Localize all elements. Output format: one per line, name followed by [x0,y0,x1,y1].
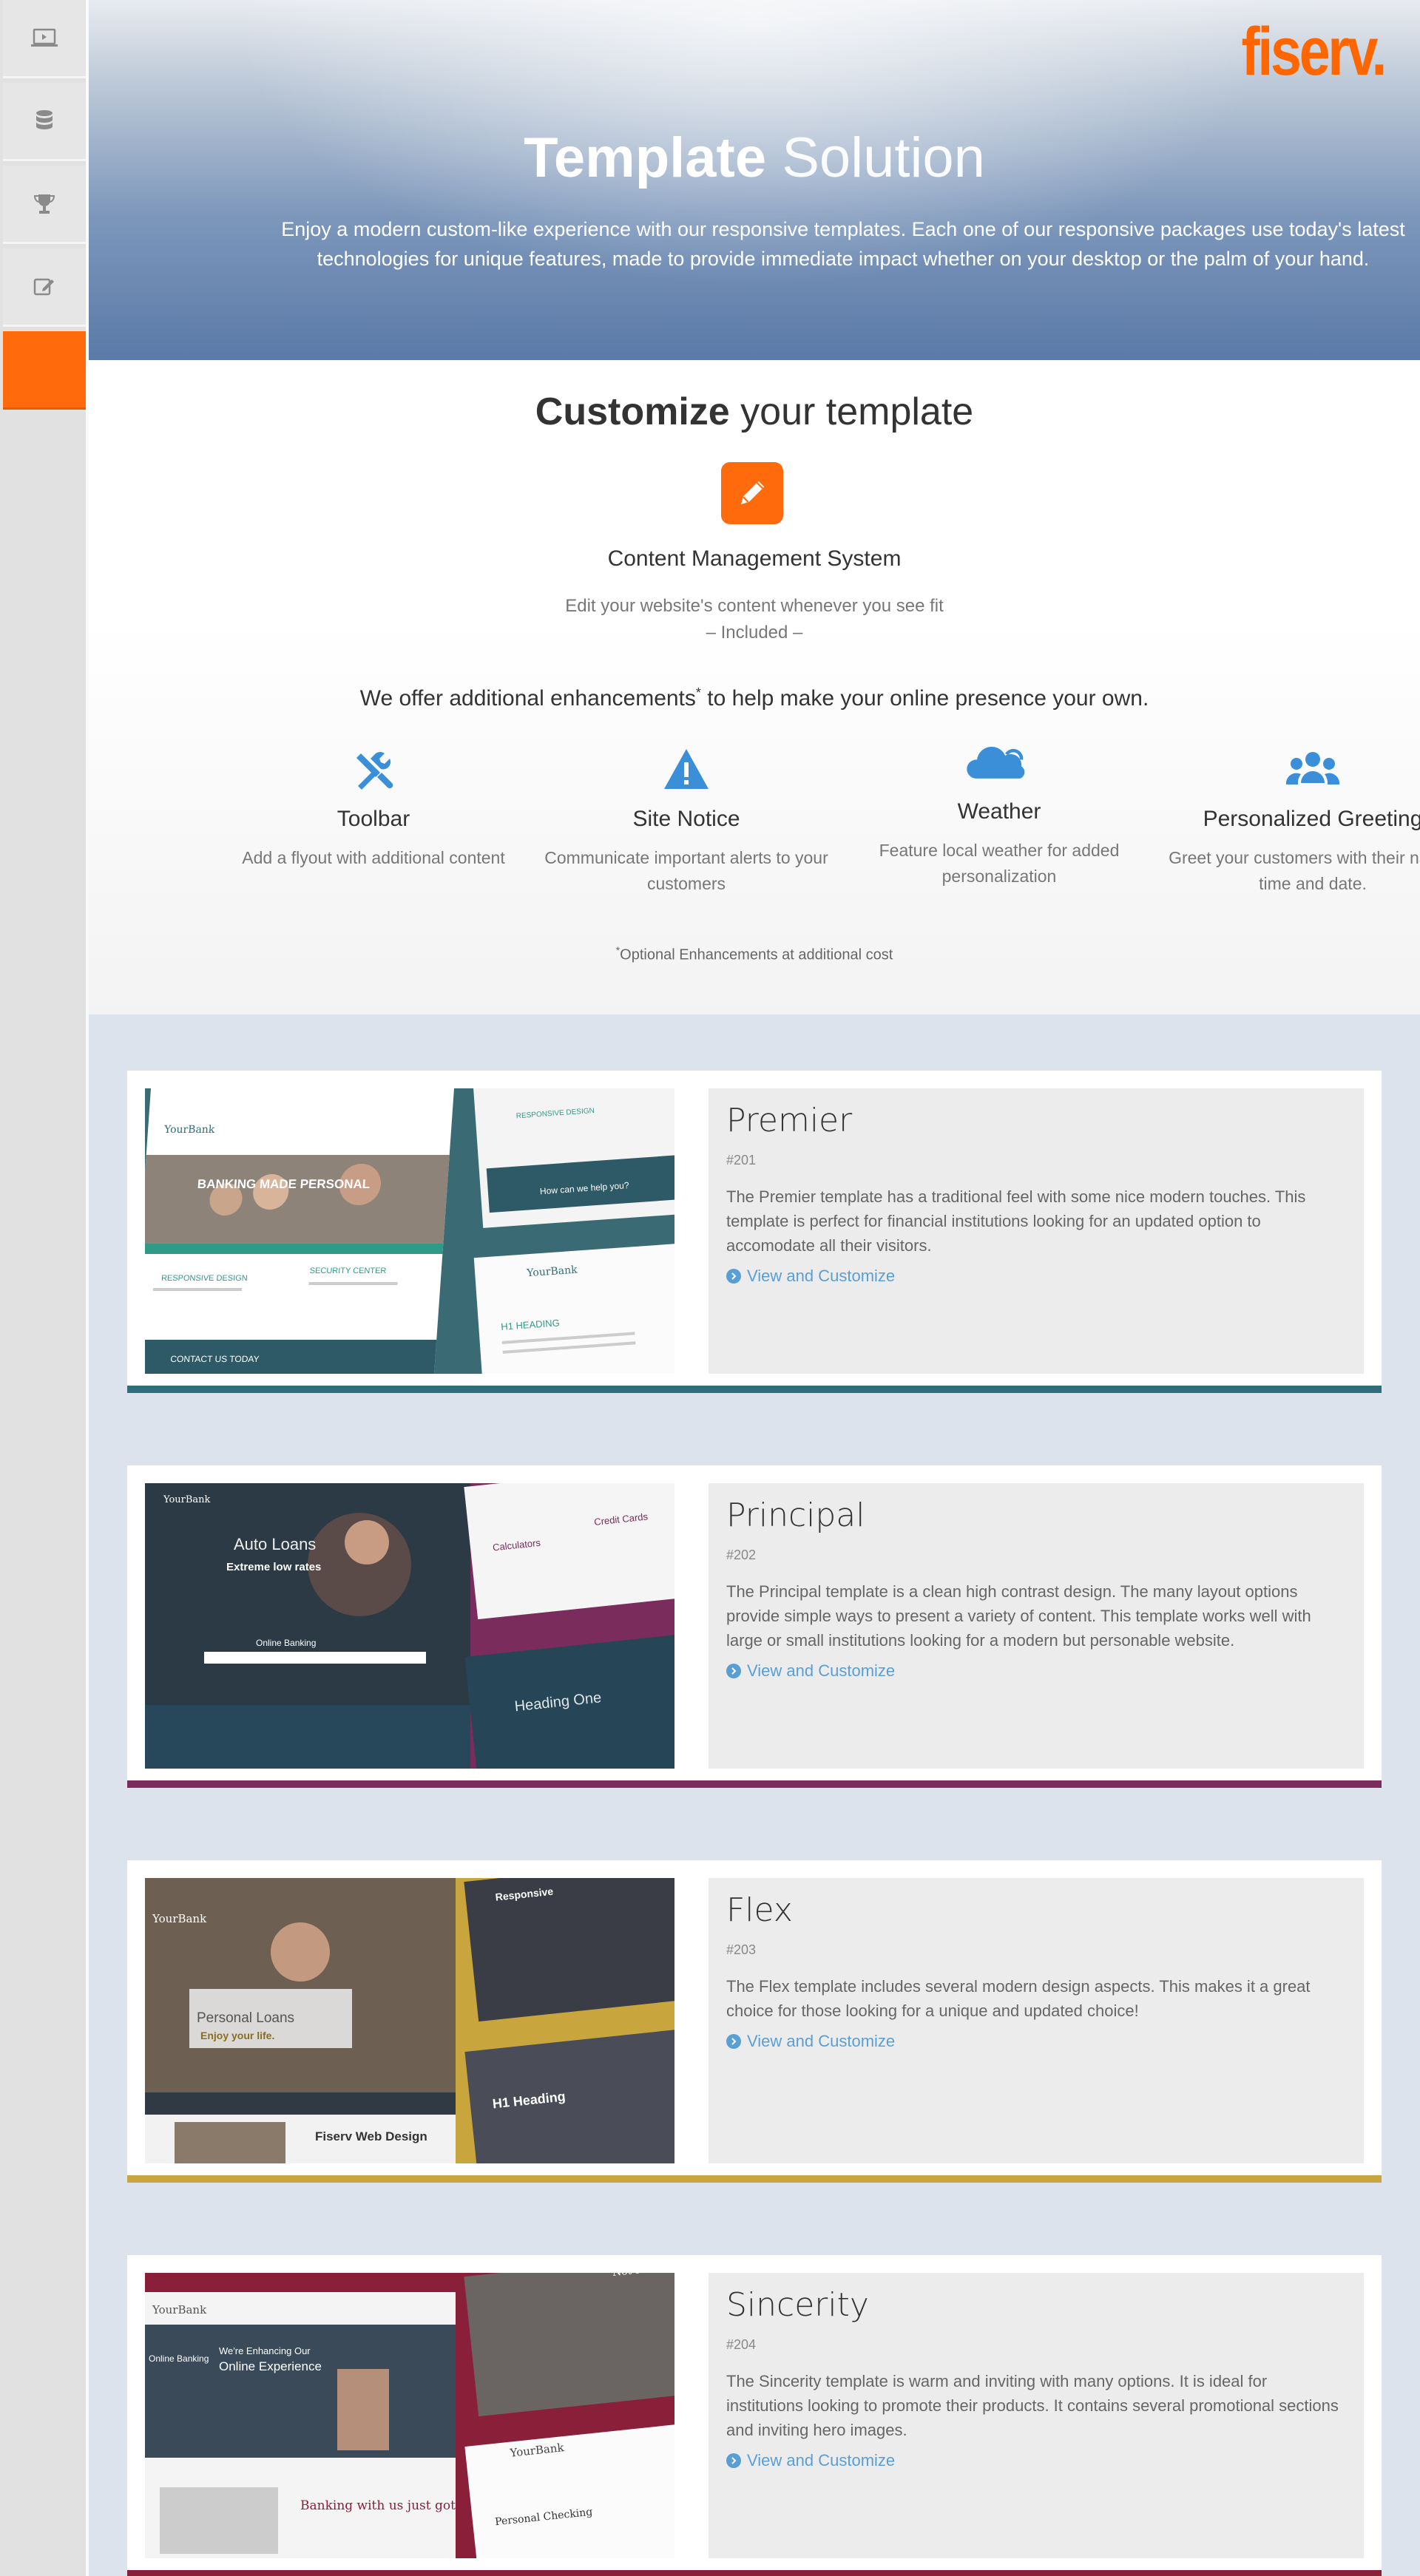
enhancement-weather: Weather Feature local weather for added … [851,737,1147,889]
template-name: Premier [726,1102,853,1139]
svg-text:CONTACT US TODAY: CONTACT US TODAY [170,1354,260,1364]
svg-text:Fiserv Web Design: Fiserv Web Design [315,2129,427,2143]
template-description: The Sincerity template is warm and invit… [726,2372,1339,2439]
cms-title: Content Management System [607,546,902,571]
enhancement-toolbar: Toolbar Add a flyout with additional con… [226,745,521,871]
template-name: Flex [726,1891,793,1929]
sincerity-info: Sincerity #204 The Sincerity template is… [709,2273,1364,2558]
svg-text:Auto Loans: Auto Loans [234,1535,316,1553]
edit-icon [33,278,54,295]
warning-icon [538,745,834,796]
sincerity-color-bar [127,2570,1382,2576]
optional-note: *Optional Enhancements at additional cos… [615,944,893,963]
sincerity-preview-image[interactable]: YourBank We're Enhancing Our Online Expe… [145,2273,674,2558]
template-description: The Principal template is a clean high c… [726,1582,1311,1650]
template-card-premier: YourBank BANKING MADE PERSONAL RESPONSIV… [127,1071,1382,1393]
hero-tagline: Enjoy a modern custom-like experience wi… [281,218,1405,270]
template-name: Principal [726,1497,865,1534]
users-icon [1165,745,1420,796]
fiserv-logo[interactable]: fiserv. [1241,13,1387,91]
enhancement-site-notice: Site Notice Communicate important alerts… [538,745,834,897]
trophy-icon [33,194,55,214]
customize-section: Customize your template Content Manageme… [89,360,1420,1014]
svg-text:YourBank: YourBank [152,2303,207,2316]
svg-text:Personal Loans: Personal Loans [197,2010,294,2026]
sidebar-item-database[interactable] [3,83,86,161]
principal-info: Principal #202 The Principal template is… [709,1483,1364,1769]
sidebar [0,0,89,2576]
svg-text:We're Enhancing Our: We're Enhancing Our [219,2345,311,2356]
principal-color-bar [127,1780,1382,1788]
premier-color-bar [127,1386,1382,1393]
premier-preview-image[interactable]: YourBank BANKING MADE PERSONAL RESPONSIV… [145,1088,674,1374]
flex-preview-image[interactable]: YourBank Personal Loans Enjoy your life.… [145,1878,674,2163]
template-card-sincerity: YourBank We're Enhancing Our Online Expe… [127,2255,1382,2576]
svg-text:Enjoy your life.: Enjoy your life. [200,2030,274,2041]
database-icon [36,109,53,129]
svg-text:Extreme low rates: Extreme low rates [226,1561,321,1573]
cms-description: Edit your website's content whenever you… [565,596,944,643]
svg-text:YourBank: YourBank [152,1912,207,1925]
chevron-right-icon [726,2453,741,2468]
template-card-flex: YourBank Personal Loans Enjoy your life.… [127,1860,1382,2183]
enhancement-greeting: Personalized Greeting Greet your custome… [1165,745,1420,897]
principal-preview-image[interactable]: YourBank Auto Loans Extreme low rates On… [145,1483,674,1769]
laptop-icon [31,28,58,47]
view-customize-link-sincerity[interactable]: View and Customize [726,2451,895,2470]
template-number: #202 [726,1548,757,1562]
pencil-icon [721,462,783,524]
sidebar-item-active[interactable] [3,331,86,410]
view-customize-link-premier[interactable]: View and Customize [726,1267,895,1286]
chevron-right-icon [726,1269,741,1284]
cloud-icon [851,737,1147,789]
svg-text:RESPONSIVE DESIGN: RESPONSIVE DESIGN [161,1274,248,1283]
sidebar-item-edit[interactable] [3,248,86,327]
template-description: The Premier template has a traditional f… [726,1187,1306,1255]
svg-text:Online Experience: Online Experience [219,2359,322,2373]
template-number: #201 [726,1153,757,1167]
svg-text:YourBank: YourBank [163,1494,211,1505]
tools-icon [226,745,521,796]
customize-heading: Customize your template [535,390,974,433]
enhancements-heading: We offer additional enhancements* to hel… [359,685,1149,711]
flex-info: Flex #203 The Flex template includes sev… [709,1878,1364,2163]
svg-text:YourBank: YourBank [163,1124,216,1136]
svg-text:BANKING MADE PERSONAL: BANKING MADE PERSONAL [197,1177,371,1191]
sidebar-item-desktop[interactable] [3,0,86,78]
chevron-right-icon [726,2034,741,2049]
svg-text:Online Banking: Online Banking [256,1638,316,1648]
premier-info: Premier #201 The Premier template has a … [709,1088,1364,1374]
hero-banner: fiserv. Template Solution Enjoy a modern… [89,0,1420,360]
template-name: Sincerity [726,2286,869,2324]
page-title: Template Solution [524,126,985,189]
sidebar-item-awards[interactable] [3,166,86,244]
view-customize-link-flex[interactable]: View and Customize [726,2032,895,2051]
template-number: #203 [726,1942,757,1957]
chevron-right-icon [726,1664,741,1678]
view-customize-link-principal[interactable]: View and Customize [726,1661,895,1681]
svg-text:Banking with us just got easie: Banking with us just got easier [300,2498,499,2513]
svg-text:Online Banking: Online Banking [149,2353,209,2364]
template-number: #204 [726,2337,757,2352]
template-description: The Flex template includes several moder… [726,1977,1311,2020]
flex-color-bar [127,2175,1382,2183]
svg-text:SECURITY CENTER: SECURITY CENTER [309,1267,386,1275]
template-card-principal: YourBank Auto Loans Extreme low rates On… [127,1465,1382,1788]
